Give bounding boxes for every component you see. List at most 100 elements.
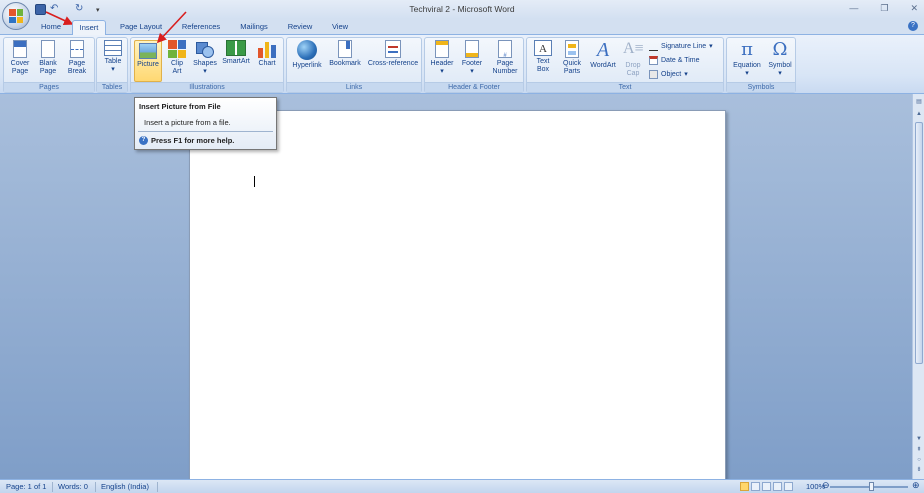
cover-page-button[interactable]: Cover Page [6, 40, 34, 76]
office-logo-icon [9, 9, 23, 23]
group-pages: Cover Page Blank Page Page Break Pages [3, 37, 95, 93]
table-button[interactable]: Table ▾ [100, 40, 126, 74]
page-count[interactable]: Page: 1 of 1 [6, 482, 46, 491]
signature-line-button[interactable]: Signature Line ▾ [649, 41, 713, 52]
help-icon[interactable]: ? [908, 21, 918, 31]
group-label-symbols: Symbols [727, 82, 795, 92]
signature-line-icon [649, 42, 658, 51]
wordart-button[interactable]: A WordArt [587, 40, 619, 70]
pi-icon: π [741, 39, 753, 60]
outline-icon[interactable] [773, 482, 782, 491]
chart-icon [258, 40, 277, 58]
group-label-text: Text [527, 82, 723, 92]
picture-tooltip: Insert Picture from File Insert a pictur… [134, 97, 277, 150]
bookmark-icon [338, 40, 352, 58]
tab-home[interactable]: Home [36, 20, 66, 35]
header-button[interactable]: Header ▾ [427, 40, 457, 76]
full-screen-reading-icon[interactable] [751, 482, 760, 491]
scroll-down-icon[interactable]: ▼ [915, 435, 923, 443]
group-label-tables: Tables [97, 82, 127, 92]
group-illustrations: Picture Clip Art Shapes ▾ SmartArt Chart … [130, 37, 284, 93]
hyperlink-icon [297, 40, 317, 60]
document-page[interactable] [189, 110, 726, 480]
tab-view[interactable]: View [326, 20, 354, 35]
group-label-header-footer: Header & Footer [425, 82, 523, 92]
object-icon [649, 70, 658, 79]
clip-art-button[interactable]: Clip Art [164, 40, 190, 76]
select-browse-object-icon[interactable]: ○ [915, 456, 923, 464]
status-divider [95, 482, 96, 492]
title-bar: ↶ ↻ ▾ Techviral 2 - Microsoft Word — ❐ ✕ [0, 0, 924, 19]
tab-review[interactable]: Review [282, 20, 318, 35]
tab-page-layout[interactable]: Page Layout [114, 20, 168, 35]
group-label-illustrations: Illustrations [131, 82, 283, 92]
hyperlink-button[interactable]: Hyperlink [289, 40, 325, 70]
bookmark-button[interactable]: Bookmark [326, 40, 364, 68]
tooltip-help-text: Press F1 for more help. [151, 136, 235, 145]
wordart-icon: A [596, 39, 610, 61]
minimize-icon[interactable]: — [849, 3, 858, 14]
print-layout-icon[interactable] [740, 482, 749, 491]
view-buttons [740, 482, 793, 491]
draft-icon[interactable] [784, 482, 793, 491]
language[interactable]: English (India) [101, 482, 149, 491]
smartart-button[interactable]: SmartArt [220, 40, 252, 66]
status-divider [52, 482, 53, 492]
chart-button[interactable]: Chart [253, 40, 281, 68]
shapes-dropdown-icon: ▾ [203, 68, 207, 75]
group-links: Hyperlink Bookmark Cross-reference Links [286, 37, 422, 93]
tooltip-divider [138, 131, 273, 132]
blank-page-icon [41, 40, 55, 58]
shapes-button[interactable]: Shapes ▾ [191, 40, 219, 76]
zoom-slider-handle[interactable] [869, 482, 874, 491]
status-divider [157, 482, 158, 492]
next-page-icon[interactable]: ⇟ [915, 466, 923, 474]
scroll-thumb[interactable] [915, 122, 923, 364]
header-dropdown-icon: ▾ [440, 68, 444, 75]
office-button[interactable] [2, 2, 30, 30]
footer-button[interactable]: Footer ▾ [457, 40, 487, 76]
restore-icon[interactable]: ❐ [880, 3, 888, 14]
tab-insert[interactable]: Insert [72, 20, 106, 35]
footer-icon [465, 40, 479, 58]
text-cursor [254, 176, 255, 187]
web-layout-icon[interactable] [762, 482, 771, 491]
ruler-toggle-icon[interactable]: ▤ [915, 98, 923, 106]
page-number-icon: # [498, 40, 512, 59]
tooltip-body: Insert a picture from a file. [144, 118, 231, 127]
object-dropdown-icon: ▾ [684, 71, 688, 78]
object-button[interactable]: Object ▾ [649, 69, 688, 80]
zoom-out-icon[interactable]: ⊖ [822, 480, 830, 491]
calendar-icon [649, 56, 658, 65]
scroll-up-icon[interactable]: ▲ [915, 110, 923, 118]
tab-mailings[interactable]: Mailings [234, 20, 274, 35]
quick-parts-button[interactable]: Quick Parts [558, 40, 586, 76]
help-icon: ? [139, 136, 148, 145]
equation-dropdown-icon: ▾ [745, 70, 749, 77]
page-number-button[interactable]: # Page Number [488, 40, 522, 76]
ribbon: Cover Page Blank Page Page Break Pages T… [0, 34, 924, 94]
page-break-icon [70, 40, 84, 58]
drop-cap-button[interactable]: A≡ Drop Cap [620, 40, 646, 78]
previous-page-icon[interactable]: ⇞ [915, 446, 923, 454]
page-break-button[interactable]: Page Break [63, 40, 91, 76]
zoom-in-icon[interactable]: ⊕ [912, 480, 920, 491]
symbol-button[interactable]: Ω Symbol ▾ [765, 40, 795, 78]
window-controls: — ❐ ✕ [849, 3, 918, 14]
text-box-button[interactable]: A Text Box [529, 40, 557, 74]
word-count[interactable]: Words: 0 [58, 482, 88, 491]
window-title: Techviral 2 - Microsoft Word [409, 4, 515, 14]
picture-button[interactable]: Picture [134, 40, 162, 82]
group-label-pages: Pages [4, 82, 94, 92]
vertical-scrollbar[interactable]: ▤ ▲ ▼ ⇞ ○ ⇟ [912, 94, 924, 479]
tab-references[interactable]: References [176, 20, 226, 35]
close-icon[interactable]: ✕ [910, 3, 918, 14]
group-header-footer: Header ▾ Footer ▾ # Page Number Header & F… [424, 37, 524, 93]
cross-reference-button[interactable]: Cross-reference [365, 40, 421, 68]
blank-page-button[interactable]: Blank Page [34, 40, 62, 76]
ribbon-tabs: Home Insert Page Layout References Maili… [0, 19, 924, 35]
text-box-icon: A [534, 40, 552, 56]
cover-page-icon [13, 40, 27, 58]
date-time-button[interactable]: Date & Time [649, 55, 700, 66]
equation-button[interactable]: π Equation ▾ [729, 40, 765, 78]
